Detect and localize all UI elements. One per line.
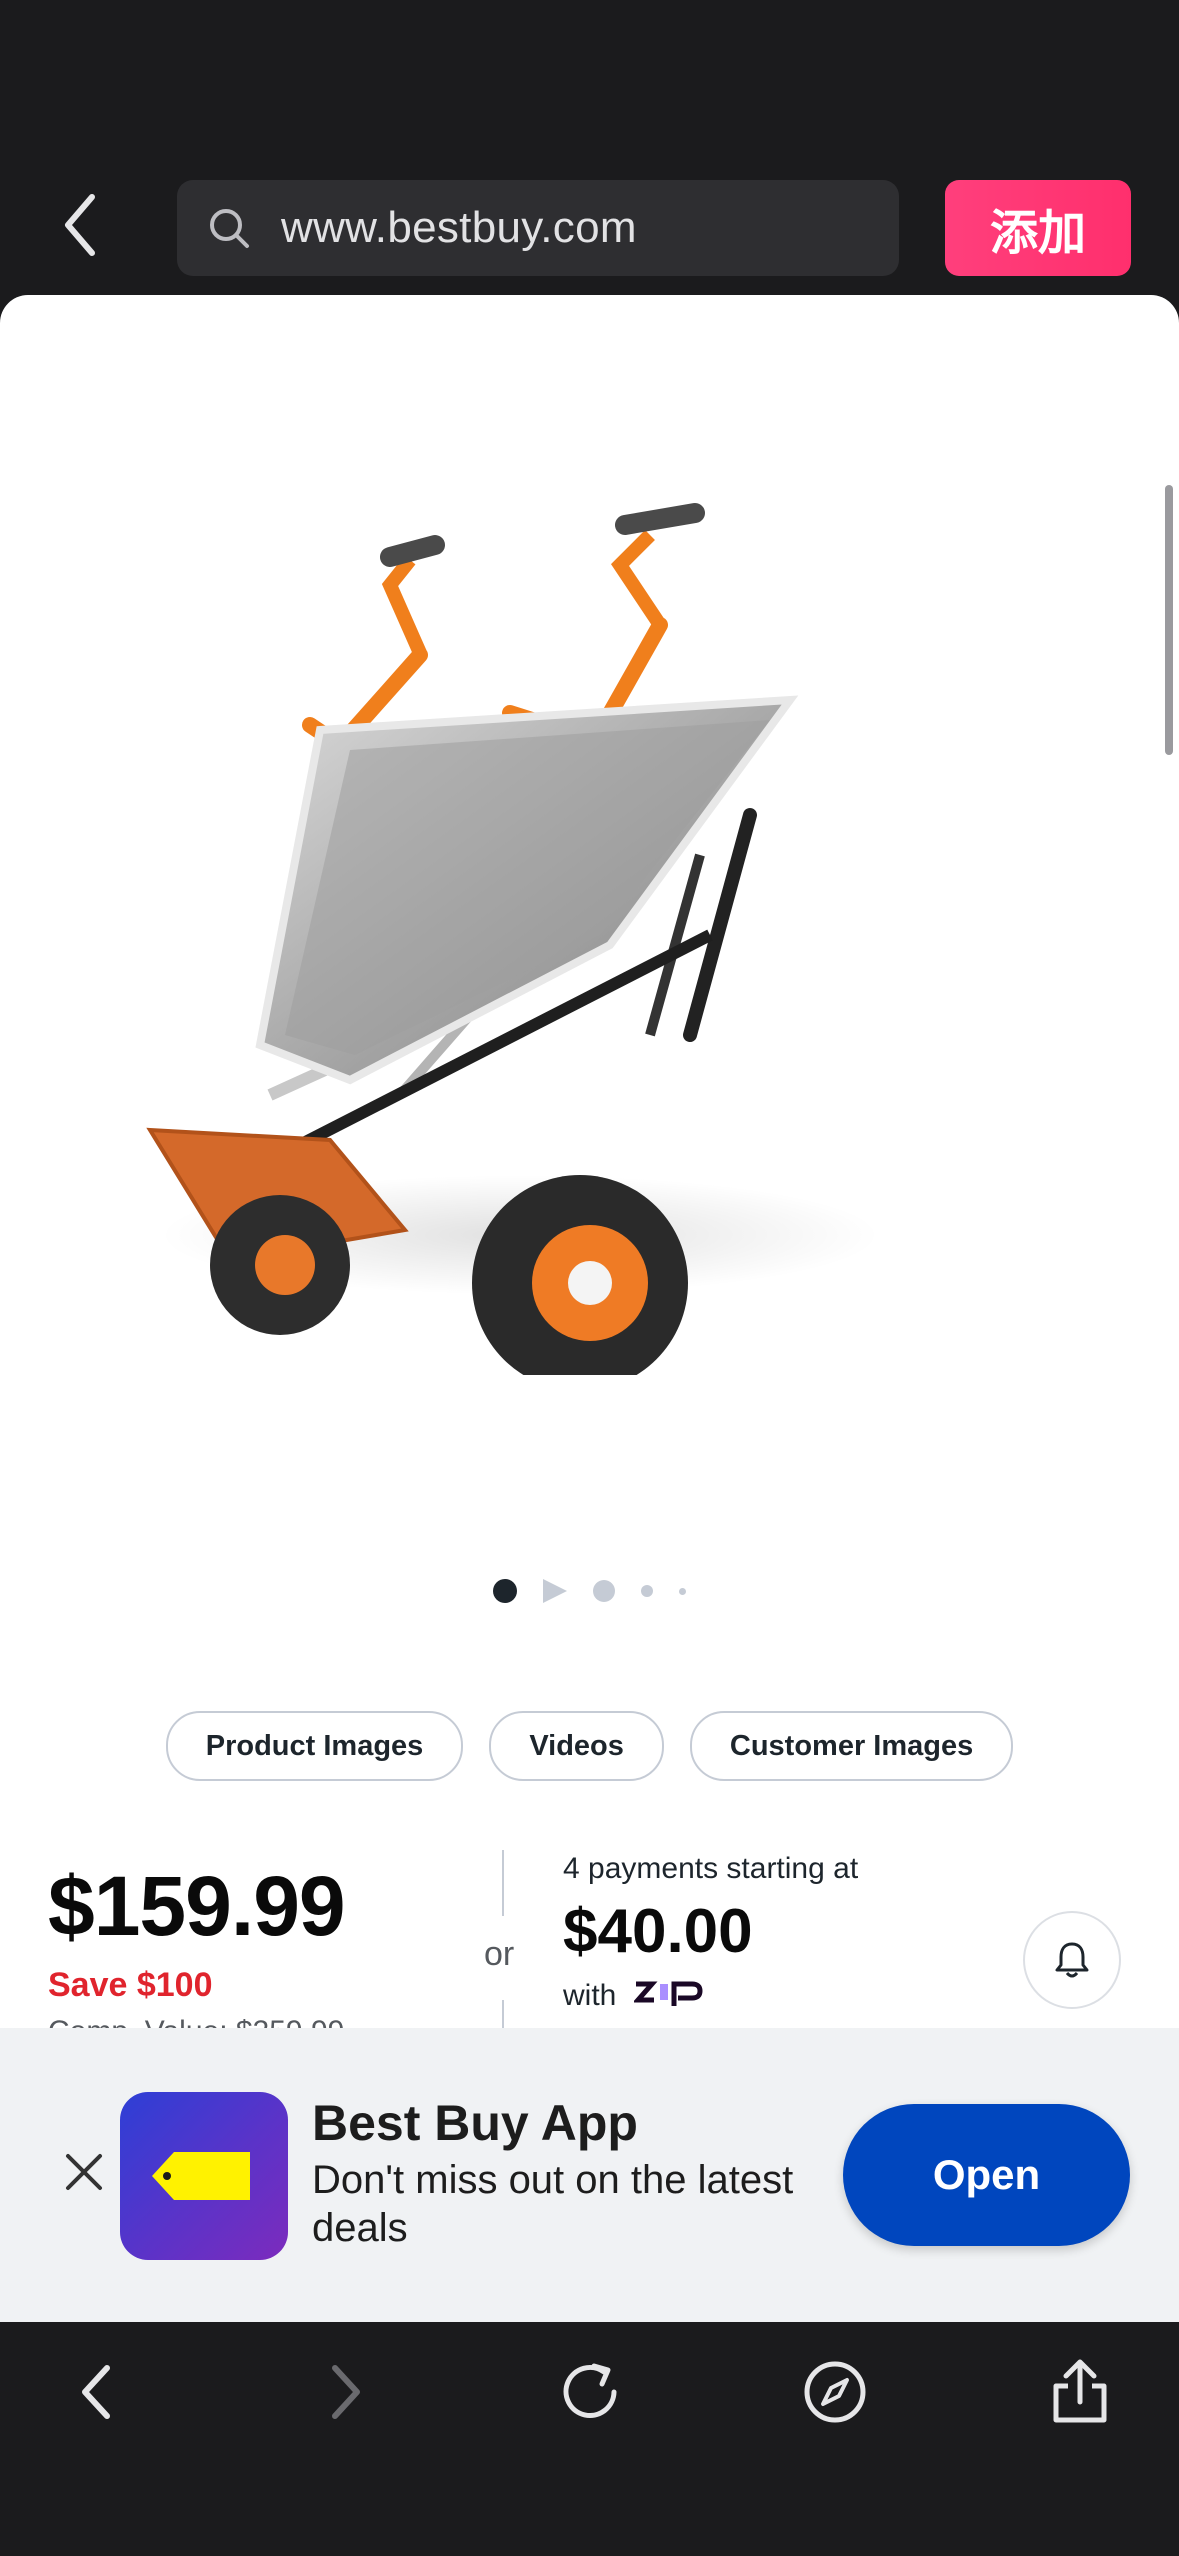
app-title: Best Buy App	[312, 2095, 638, 2151]
search-icon	[210, 209, 249, 248]
price: $159.99	[48, 1859, 346, 1953]
browser-back-button[interactable]	[50, 185, 110, 265]
payment-provider[interactable]: with	[563, 1978, 706, 2014]
scrollbar[interactable]	[1165, 485, 1173, 755]
tab-customer-images[interactable]: Customer Images	[689, 1711, 1014, 1781]
reload-icon	[563, 2363, 617, 2418]
tab-product-images[interactable]: Product Images	[165, 1711, 464, 1781]
reload-button[interactable]	[550, 2352, 630, 2432]
payment-amount: $40.00	[563, 1897, 753, 1966]
gallery-dot[interactable]	[679, 1587, 686, 1595]
forward-button[interactable]	[305, 2352, 385, 2432]
save-amount: Save $100	[48, 1966, 213, 2004]
url-bar[interactable]: www.bestbuy.com	[177, 180, 899, 276]
close-icon[interactable]	[58, 2146, 110, 2198]
gallery-dots[interactable]	[0, 1573, 1179, 1609]
tag-icon	[152, 2152, 250, 2200]
or-label: or	[484, 1935, 515, 1973]
app-banner: Best Buy App Don't miss out on the lates…	[0, 2028, 1179, 2322]
forward-arrow-icon	[332, 2365, 360, 2419]
product-image[interactable]	[90, 395, 1070, 1375]
back-button[interactable]	[57, 2352, 137, 2432]
app-icon[interactable]	[120, 2092, 288, 2260]
pricing-section: $159.99 Save $100 Comp. Value: $259.99 o…	[0, 1850, 1179, 2048]
browser-toolbar	[0, 2322, 1179, 2556]
video-play-icon[interactable]	[541, 1577, 569, 1605]
price-alert-button[interactable]	[1023, 1911, 1121, 2009]
open-app-button[interactable]: Open	[843, 2104, 1130, 2246]
gallery-tabs: Product Images Videos Customer Images	[0, 1711, 1179, 1781]
chevron-left-icon	[65, 194, 95, 256]
compass-button[interactable]	[795, 2352, 875, 2432]
with-label: with	[563, 1979, 617, 2012]
tab-videos[interactable]: Videos	[489, 1711, 664, 1781]
add-button[interactable]: 添加	[945, 180, 1131, 276]
product-page: Product Images Videos Customer Images $1…	[0, 295, 1179, 2322]
gallery-dot[interactable]	[641, 1585, 653, 1597]
back-arrow-icon	[82, 2365, 110, 2419]
share-button[interactable]	[1040, 2352, 1120, 2432]
url-text: www.bestbuy.com	[281, 203, 637, 252]
zip-logo	[632, 1978, 706, 2014]
gallery-dot-active[interactable]	[493, 1579, 517, 1603]
bell-icon	[1055, 1942, 1089, 1978]
zip-logo-mark	[632, 1981, 703, 2006]
gallery-dot[interactable]	[593, 1580, 615, 1602]
browser-top-bar: www.bestbuy.com 添加	[0, 0, 1179, 295]
share-icon	[1053, 2359, 1107, 2423]
app-subtitle: Don't miss out on the latest deals	[312, 2158, 794, 2250]
payments-label: 4 payments starting at	[563, 1852, 859, 1885]
divider	[502, 1850, 504, 1916]
compass-icon	[804, 2361, 866, 2423]
